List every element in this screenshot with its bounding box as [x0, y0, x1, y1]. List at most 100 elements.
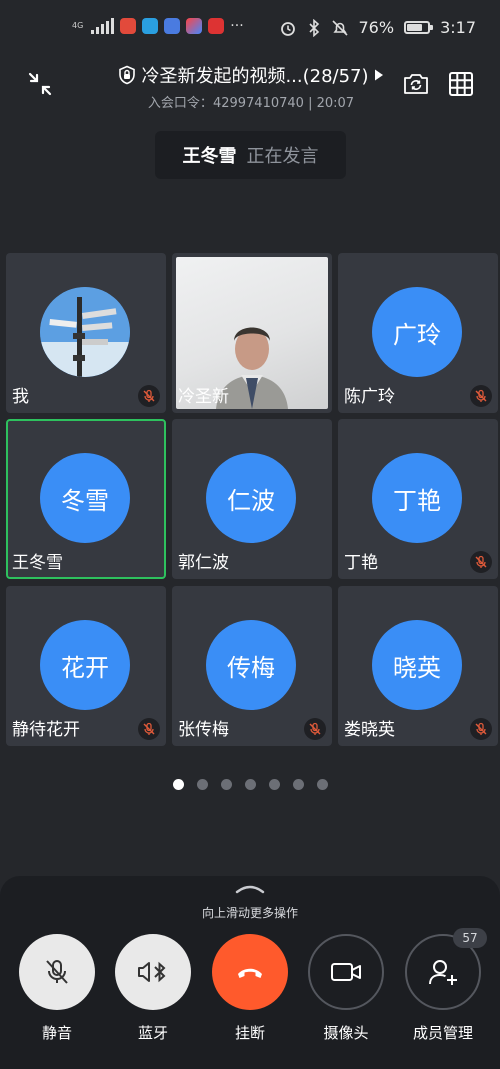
more-notifications: ···	[230, 18, 244, 34]
participant-tile[interactable]: 丁艳 丁艳	[338, 419, 498, 579]
page-dot[interactable]	[196, 779, 208, 790]
shield-lock-icon	[119, 65, 136, 85]
avatar-initials: 仁波	[206, 453, 296, 543]
meeting-duration: 20:07	[316, 96, 355, 111]
add-member-icon	[429, 960, 457, 985]
switch-camera-button[interactable]	[396, 64, 436, 104]
participant-name: 丁艳	[344, 553, 378, 573]
signal-icon	[91, 18, 115, 34]
hangup-button[interactable]	[212, 934, 288, 1010]
participant-tile-video[interactable]: 冷圣新	[172, 253, 332, 413]
camera-label: 摄像头	[323, 1024, 369, 1042]
mic-muted-icon	[138, 385, 160, 407]
page-dot[interactable]	[316, 779, 328, 790]
status-bar: 4G ··· 76% 3:17	[0, 0, 500, 58]
page-dot[interactable]	[244, 779, 256, 790]
grid-view-button[interactable]	[441, 64, 481, 104]
mute-control[interactable]: 静音	[18, 934, 96, 1043]
page-dot-active[interactable]	[172, 779, 184, 790]
mic-muted-icon	[470, 551, 492, 573]
minimize-button[interactable]	[20, 64, 60, 104]
camera-control[interactable]: 摄像头	[307, 934, 385, 1043]
mute-label: 静音	[41, 1024, 72, 1042]
app-notification-icon	[120, 18, 137, 34]
avatar-initials: 传梅	[206, 620, 296, 710]
app-notification-icon	[164, 18, 181, 34]
avatar-initials: 晓英	[372, 620, 462, 710]
swipe-hint: 向上滑动更多操作	[201, 906, 298, 920]
members-control[interactable]: 57 成员管理	[404, 928, 487, 1043]
meeting-subtitle: 入会口令：42997410740 | 20:07	[86, 92, 416, 111]
avatar-initials: 冬雪	[40, 453, 130, 543]
separator: |	[308, 96, 313, 111]
switch-camera-icon	[404, 74, 428, 94]
mic-muted-icon	[138, 718, 160, 740]
members-label: 成员管理	[412, 1024, 473, 1042]
avatar-initials: 花开	[40, 620, 130, 710]
avatar-photo	[40, 287, 130, 377]
active-speaker-status: 正在发言	[246, 146, 319, 167]
page-dot[interactable]	[268, 779, 280, 790]
member-count-badge: 57	[453, 928, 487, 948]
participant-name: 王冬雪	[12, 553, 63, 573]
bluetooth-control[interactable]: 蓝牙	[114, 934, 192, 1043]
participant-name: 我	[12, 387, 29, 407]
participant-tile[interactable]: 广玲 陈广玲	[338, 253, 498, 413]
mute-button[interactable]	[19, 934, 95, 1010]
control-panel: 向上滑动更多操作 静音 蓝牙 挂断 摄像头 57 成员管理	[0, 876, 500, 1069]
app-notification-icon	[186, 18, 203, 34]
active-speaker-name: 王冬雪	[182, 146, 237, 167]
clock: 3:17	[440, 18, 476, 37]
expand-right-icon	[374, 69, 383, 81]
participant-tile[interactable]: 传梅 张传梅	[172, 586, 332, 746]
meeting-header: 冷圣新发起的视频...(28/57) 入会口令：42997410740 | 20…	[0, 58, 500, 113]
bluetooth-label: 蓝牙	[137, 1024, 168, 1042]
participant-name: 张传梅	[178, 720, 229, 740]
video-camera-icon	[331, 963, 361, 981]
status-right: 76% 3:17	[279, 18, 476, 37]
participant-name: 陈广玲	[344, 387, 395, 407]
meeting-title-area[interactable]: 冷圣新发起的视频...(28/57) 入会口令：42997410740 | 20…	[86, 62, 416, 111]
participant-tile[interactable]: 仁波 郭仁波	[172, 419, 332, 579]
meeting-title: 冷圣新发起的视频...(28/57)	[86, 62, 416, 88]
participant-name: 静待花开	[12, 720, 80, 740]
minimize-icon	[28, 72, 52, 96]
meeting-title-text: 冷圣新发起的视频...(28/57)	[141, 66, 369, 87]
page-indicator[interactable]	[0, 779, 500, 790]
participant-name: 郭仁波	[178, 553, 229, 573]
participant-name: 冷圣新	[178, 387, 229, 407]
page-dot[interactable]	[292, 779, 304, 790]
members-button[interactable]: 57	[405, 928, 487, 1010]
status-left: 4G ···	[72, 18, 244, 34]
mic-off-icon	[46, 960, 68, 984]
participant-tile-me[interactable]: 我	[6, 253, 166, 413]
active-speaker-indicator: 王冬雪 正在发言	[155, 131, 346, 179]
network-type: 4G	[72, 21, 84, 30]
swipe-up-handle-icon[interactable]	[235, 884, 265, 894]
participant-tile-active[interactable]: 冬雪 王冬雪	[6, 419, 166, 579]
app-notification-icon	[208, 18, 225, 34]
alarm-icon	[280, 21, 295, 36]
mic-muted-icon	[304, 718, 326, 740]
app-notification-icon	[142, 18, 159, 34]
mic-muted-icon	[470, 385, 492, 407]
battery-percent: 76%	[358, 18, 395, 37]
hangup-control[interactable]: 挂断	[211, 934, 289, 1043]
page-dot[interactable]	[220, 779, 232, 790]
bluetooth-button[interactable]	[115, 934, 191, 1010]
grid-view-icon	[449, 72, 473, 96]
camera-button[interactable]	[308, 934, 384, 1010]
participant-name: 娄晓英	[344, 720, 395, 740]
bluetooth-status-icon	[308, 18, 319, 37]
participant-tile[interactable]: 花开 静待花开	[6, 586, 166, 746]
hangup-icon	[238, 968, 262, 978]
mic-muted-icon	[470, 718, 492, 740]
bluetooth-audio-icon	[138, 961, 166, 983]
avatar-initials: 丁艳	[372, 453, 462, 543]
participant-tile[interactable]: 晓英 娄晓英	[338, 586, 498, 746]
battery-icon	[404, 21, 434, 34]
meeting-code-label: 入会口令：	[147, 96, 213, 111]
silent-icon	[331, 19, 348, 36]
avatar-initials: 广玲	[372, 287, 462, 377]
meeting-code: 42997410740	[212, 96, 304, 111]
